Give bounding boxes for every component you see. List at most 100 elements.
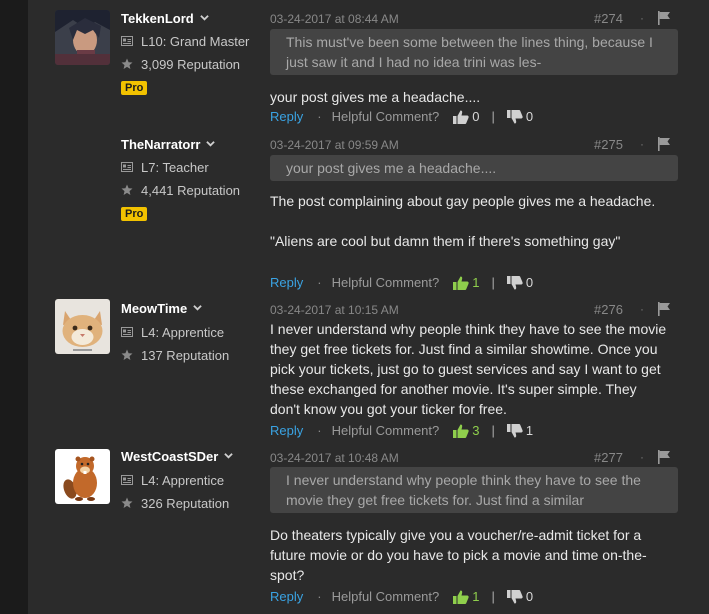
separator-dot: · xyxy=(317,275,322,290)
user-reputation-text: 326 Reputation xyxy=(141,496,230,511)
user-reputation-text: 137 Reputation xyxy=(141,348,230,363)
post-number[interactable]: #277 xyxy=(594,450,623,465)
star-icon xyxy=(121,349,133,361)
id-card-icon xyxy=(121,35,133,47)
thumbs-up-icon[interactable] xyxy=(453,590,469,604)
downvote-count: 1 xyxy=(525,423,534,438)
quote-box: I never understand why people think they… xyxy=(270,467,678,513)
separator-dot: · xyxy=(640,11,644,25)
user-avatar[interactable] xyxy=(55,10,110,65)
chevron-down-icon[interactable] xyxy=(193,303,202,312)
user-reputation: 3,099 Reputation xyxy=(121,57,240,72)
post-actions: Reply · Helpful Comment? 0 | 0 xyxy=(270,109,533,124)
username-text: TheNarratorr xyxy=(121,137,201,152)
upvote-count: 1 xyxy=(472,589,480,604)
user-reputation: 326 Reputation xyxy=(121,496,229,511)
user-level-text: L7: Teacher xyxy=(141,160,209,175)
post-date: 03-24-2017 at 10:15 AM xyxy=(270,303,399,317)
flag-icon[interactable] xyxy=(657,137,671,151)
downvote-count: 0 xyxy=(525,589,534,604)
username[interactable]: TheNarratorr xyxy=(121,137,215,152)
post-actions: Reply · Helpful Comment? 3 | 1 xyxy=(270,423,533,438)
id-card-icon xyxy=(121,326,133,338)
user-avatar[interactable] xyxy=(55,299,110,354)
flag-icon[interactable] xyxy=(657,450,671,464)
user-reputation-text: 4,441 Reputation xyxy=(141,183,241,198)
post-body: I never understand why people think they… xyxy=(270,321,667,417)
user-reputation: 137 Reputation xyxy=(121,348,229,363)
user-level-text: L4: Apprentice xyxy=(141,325,225,340)
user-reputation: 4,441 Reputation xyxy=(121,183,240,198)
pro-badge: Pro xyxy=(121,81,148,95)
thumbs-down-icon[interactable] xyxy=(507,424,523,438)
reply-link[interactable]: Reply xyxy=(270,589,303,604)
post-body: Do theaters typically give you a voucher… xyxy=(270,527,647,583)
id-card-icon xyxy=(121,474,133,486)
thumbs-up-icon[interactable] xyxy=(453,276,469,290)
post-number[interactable]: #276 xyxy=(594,302,623,317)
user-level: L7: Teacher xyxy=(121,160,209,175)
chevron-down-icon[interactable] xyxy=(200,13,209,22)
thumbs-up-icon[interactable] xyxy=(453,424,469,438)
post-number[interactable]: #275 xyxy=(594,137,623,152)
vote-divider: | xyxy=(491,275,495,290)
post-number[interactable]: #274 xyxy=(594,11,623,26)
username[interactable]: WestCoastSDer xyxy=(121,449,233,464)
thumbs-up-icon[interactable] xyxy=(453,110,469,124)
post-date: 03-24-2017 at 08:44 AM xyxy=(270,12,399,26)
separator-dot: · xyxy=(640,450,644,464)
chevron-down-icon[interactable] xyxy=(206,139,215,148)
post-date: 03-24-2017 at 10:48 AM xyxy=(270,451,399,465)
username[interactable]: TekkenLord xyxy=(121,11,209,26)
vote-divider: | xyxy=(491,589,495,604)
helpful-label: Helpful Comment? xyxy=(331,109,440,124)
reply-link[interactable]: Reply xyxy=(270,275,303,290)
post-actions: Reply · Helpful Comment? 1 | 0 xyxy=(270,275,533,290)
user-avatar[interactable] xyxy=(55,449,110,504)
star-icon xyxy=(121,497,133,509)
user-level: L4: Apprentice xyxy=(121,473,224,488)
quote-box: your post gives me a headache.... xyxy=(270,155,678,181)
thumbs-down-icon[interactable] xyxy=(507,590,523,604)
helpful-label: Helpful Comment? xyxy=(331,589,440,604)
user-level: L10: Grand Master xyxy=(121,34,249,49)
upvote-count: 1 xyxy=(472,275,480,290)
reply-link[interactable]: Reply xyxy=(270,423,303,438)
post-body: your post gives me a headache.... xyxy=(270,89,481,105)
username-text: WestCoastSDer xyxy=(121,449,219,464)
user-reputation-text: 3,099 Reputation xyxy=(141,57,241,72)
vote-divider: | xyxy=(491,423,495,438)
username-text: TekkenLord xyxy=(121,11,194,26)
separator-dot: · xyxy=(640,302,644,316)
thumbs-down-icon[interactable] xyxy=(507,276,523,290)
user-level-text: L4: Apprentice xyxy=(141,473,225,488)
quote-box: This must've been some between the lines… xyxy=(270,29,678,75)
pro-badge: Pro xyxy=(121,207,148,221)
post-actions: Reply · Helpful Comment? 1 | 0 xyxy=(270,589,533,604)
id-card-icon xyxy=(121,161,133,173)
downvote-count: 0 xyxy=(525,275,534,290)
vote-divider: | xyxy=(491,109,495,124)
flag-icon[interactable] xyxy=(657,302,671,316)
chevron-down-icon[interactable] xyxy=(224,451,233,460)
separator-dot: · xyxy=(640,137,644,151)
separator-dot: · xyxy=(317,589,322,604)
username[interactable]: MeowTime xyxy=(121,301,202,316)
thumbs-down-icon[interactable] xyxy=(507,110,523,124)
separator-dot: · xyxy=(317,109,322,124)
upvote-count: 3 xyxy=(472,423,480,438)
separator-dot: · xyxy=(317,423,322,438)
reply-link[interactable]: Reply xyxy=(270,109,303,124)
user-level-text: L10: Grand Master xyxy=(141,34,250,49)
post-date: 03-24-2017 at 09:59 AM xyxy=(270,138,399,152)
downvote-count: 0 xyxy=(525,109,534,124)
username-text: MeowTime xyxy=(121,301,188,316)
helpful-label: Helpful Comment? xyxy=(331,423,440,438)
flag-icon[interactable] xyxy=(657,11,671,25)
helpful-label: Helpful Comment? xyxy=(331,275,440,290)
star-icon xyxy=(121,184,133,196)
cat-avatar-icon xyxy=(55,299,110,354)
beaver-avatar-icon xyxy=(55,449,110,504)
user-level: L4: Apprentice xyxy=(121,325,224,340)
thread-page: TekkenLord L10: Grand Master 3,099 Reput… xyxy=(28,0,709,614)
